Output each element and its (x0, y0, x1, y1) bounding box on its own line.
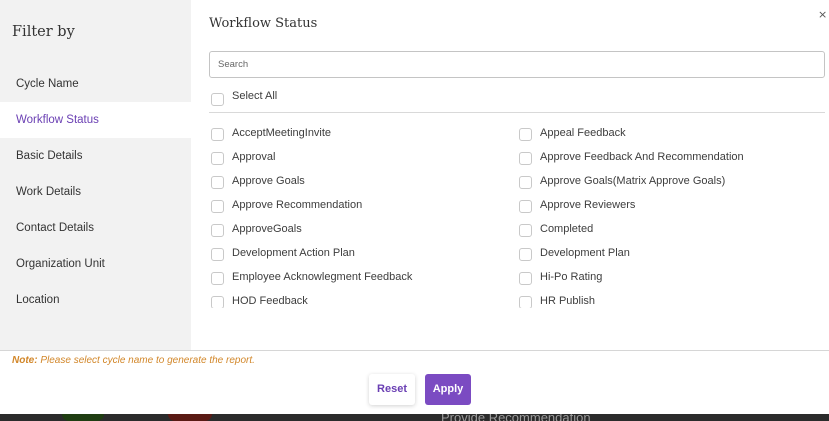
option-label: Approve Goals (232, 175, 305, 187)
option-checkbox[interactable] (211, 248, 224, 261)
report-note: Note: Please select cycle name to genera… (12, 354, 255, 367)
option-label: Development Plan (540, 247, 630, 259)
option-checkbox[interactable] (519, 152, 532, 165)
option-label: Appeal Feedback (540, 127, 626, 139)
option-label: Hi-Po Rating (540, 271, 603, 283)
background-decoration (62, 414, 104, 421)
option-label: Approve Feedback And Recommendation (540, 151, 744, 163)
sidebar-item-location[interactable]: Location (0, 282, 191, 318)
option-label: Approval (232, 151, 276, 163)
sidebar-item-workflow-status[interactable]: Workflow Status (0, 102, 191, 138)
option-checkbox[interactable] (519, 200, 532, 213)
option-checkbox[interactable] (211, 152, 224, 165)
sidebar-item-contact-details[interactable]: Contact Details (0, 210, 191, 246)
panel-title: Workflow Status (209, 16, 318, 31)
option-label: HOD Feedback (232, 295, 308, 307)
option-label: ApproveGoals (232, 223, 302, 235)
sidebar-item-organization-unit[interactable]: Organization Unit (0, 246, 191, 282)
divider (209, 112, 825, 113)
option-label: Employee Acknowlegment Feedback (232, 271, 413, 283)
option-checkbox[interactable] (519, 176, 532, 189)
background-page-strip: Provide Recommendation (0, 411, 829, 421)
option-label: Development Action Plan (232, 247, 355, 259)
option-checkbox[interactable] (519, 128, 532, 141)
sidebar-item-work-details[interactable]: Work Details (0, 174, 191, 210)
option-label: Completed (540, 223, 594, 235)
option-label: Approve Reviewers (540, 199, 636, 211)
option-checkbox[interactable] (519, 296, 532, 308)
option-label: Approve Goals(Matrix Approve Goals) (540, 175, 726, 187)
select-all-label: Select All (232, 90, 278, 102)
sidebar-title: Filter by (12, 24, 75, 40)
option-checkbox[interactable] (519, 248, 532, 261)
option-checkbox[interactable] (519, 224, 532, 237)
footer-divider (0, 350, 829, 351)
status-options-list[interactable]: AcceptMeetingInvite Approval Approve Goa… (200, 120, 829, 308)
filter-modal: Filter by Cycle Name Workflow Status Bas… (0, 0, 829, 414)
option-label: AcceptMeetingInvite (232, 127, 332, 139)
sidebar-item-cycle-name[interactable]: Cycle Name (0, 66, 191, 102)
close-icon[interactable]: × (818, 8, 827, 22)
note-label: Note: (12, 355, 38, 366)
option-checkbox[interactable] (211, 200, 224, 213)
option-checkbox[interactable] (211, 296, 224, 308)
option-label: Approve Recommendation (232, 199, 363, 211)
option-checkbox[interactable] (211, 224, 224, 237)
background-decoration (168, 414, 212, 421)
select-all-checkbox[interactable] (211, 93, 224, 106)
sidebar-item-basic-details[interactable]: Basic Details (0, 138, 191, 174)
option-checkbox[interactable] (211, 272, 224, 285)
note-text: Please select cycle name to generate the… (37, 355, 255, 366)
apply-button[interactable]: Apply (425, 374, 471, 405)
search-input[interactable] (209, 51, 825, 78)
option-checkbox[interactable] (211, 128, 224, 141)
reset-button[interactable]: Reset (369, 374, 415, 405)
option-label: HR Publish (540, 295, 596, 307)
option-checkbox[interactable] (211, 176, 224, 189)
option-checkbox[interactable] (519, 272, 532, 285)
filter-sidebar: Filter by Cycle Name Workflow Status Bas… (0, 0, 191, 350)
